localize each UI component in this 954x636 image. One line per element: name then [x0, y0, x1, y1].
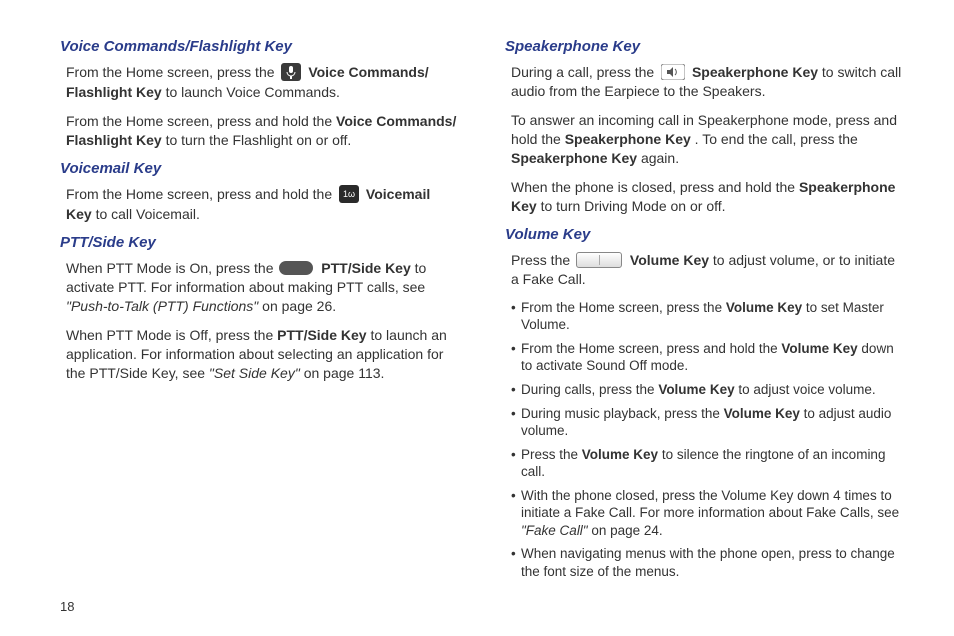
para-vm-1: From the Home screen, press and hold the… — [66, 185, 457, 224]
para-spk-2: To answer an incoming call in Speakerpho… — [511, 111, 902, 168]
text: Press the — [521, 447, 582, 462]
text: With the phone closed, press the Volume … — [521, 488, 899, 521]
svg-text:1ω: 1ω — [343, 189, 355, 199]
para-ptt-1: When PTT Mode is On, press the PTT/Side … — [66, 259, 457, 316]
text: on page 26. — [262, 298, 336, 314]
list-item: Press the Volume Key to silence the ring… — [511, 446, 902, 481]
text: again. — [641, 150, 679, 166]
heading-ptt: PTT/Side Key — [60, 234, 457, 251]
text: During calls, press the — [521, 382, 658, 397]
side-key-icon — [279, 261, 313, 275]
text: During music playback, press the — [521, 406, 724, 421]
list-item: From the Home screen, press the Volume K… — [511, 299, 902, 334]
bold-text: Speakerphone Key — [511, 150, 637, 166]
bold-text: PTT/Side Key — [321, 260, 410, 276]
heading-voice-commands: Voice Commands/Flashlight Key — [60, 38, 457, 55]
text: From the Home screen, press and hold the — [66, 186, 336, 202]
text: When PTT Mode is On, press the — [66, 260, 277, 276]
bold-text: Volume Key — [726, 300, 802, 315]
text: on page 113. — [304, 365, 385, 381]
bold-text: Volume Key — [781, 341, 857, 356]
text: From the Home screen, press and hold the — [66, 113, 336, 129]
cross-ref: "Push-to-Talk (PTT) Functions" — [66, 298, 258, 314]
list-item: With the phone closed, press the Volume … — [511, 487, 902, 540]
text: From the Home screen, press the — [521, 300, 726, 315]
bold-text: Volume Key — [582, 447, 658, 462]
heading-speakerphone: Speakerphone Key — [505, 38, 902, 55]
para-spk-1: During a call, press the Speakerphone Ke… — [511, 63, 902, 101]
text: to launch Voice Commands. — [166, 84, 340, 100]
page-number: 18 — [60, 599, 74, 614]
bold-text: Speakerphone Key — [692, 64, 818, 80]
list-item: During calls, press the Volume Key to ad… — [511, 381, 902, 399]
text: From the Home screen, press the — [66, 64, 278, 80]
text: to adjust voice volume. — [735, 382, 876, 397]
left-column: Voice Commands/Flashlight Key From the H… — [60, 28, 457, 586]
bold-text: Volume Key — [724, 406, 800, 421]
text: to turn Driving Mode on or off. — [541, 198, 726, 214]
microphone-icon — [281, 63, 301, 81]
text: on page 24. — [588, 523, 663, 538]
text: During a call, press the — [511, 64, 658, 80]
speaker-icon — [661, 64, 685, 80]
volume-bullet-list: From the Home screen, press the Volume K… — [511, 299, 902, 581]
text: From the Home screen, press and hold the — [521, 341, 781, 356]
para-spk-3: When the phone is closed, press and hold… — [511, 178, 902, 216]
list-item: During music playback, press the Volume … — [511, 405, 902, 440]
list-item: From the Home screen, press and hold the… — [511, 340, 902, 375]
volume-key-icon — [576, 252, 622, 268]
heading-voicemail: Voicemail Key — [60, 160, 457, 177]
text: When the phone is closed, press and hold… — [511, 179, 799, 195]
para-vc-2: From the Home screen, press and hold the… — [66, 112, 457, 150]
manual-page: Voice Commands/Flashlight Key From the H… — [0, 0, 954, 636]
bold-text: Volume Key — [630, 252, 709, 268]
text: Press the — [511, 252, 574, 268]
text: to call Voicemail. — [96, 206, 200, 222]
para-ptt-2: When PTT Mode is Off, press the PTT/Side… — [66, 326, 457, 383]
bold-text: Speakerphone Key — [565, 131, 691, 147]
two-column-layout: Voice Commands/Flashlight Key From the H… — [60, 28, 902, 586]
cross-ref: "Fake Call" — [521, 523, 588, 538]
heading-volume: Volume Key — [505, 226, 902, 243]
text: When navigating menus with the phone ope… — [521, 546, 895, 579]
bold-text: PTT/Side Key — [277, 327, 366, 343]
para-vc-1: From the Home screen, press the Voice Co… — [66, 63, 457, 102]
list-item: When navigating menus with the phone ope… — [511, 545, 902, 580]
text: . To end the call, press the — [695, 131, 858, 147]
text: to turn the Flashlight on or off. — [166, 132, 352, 148]
para-vol-1: Press the Volume Key to adjust volume, o… — [511, 251, 902, 289]
voicemail-icon: 1ω — [339, 185, 359, 203]
right-column: Speakerphone Key During a call, press th… — [505, 28, 902, 586]
bold-text: Volume Key — [658, 382, 734, 397]
cross-ref: "Set Side Key" — [209, 365, 300, 381]
text: When PTT Mode is Off, press the — [66, 327, 277, 343]
